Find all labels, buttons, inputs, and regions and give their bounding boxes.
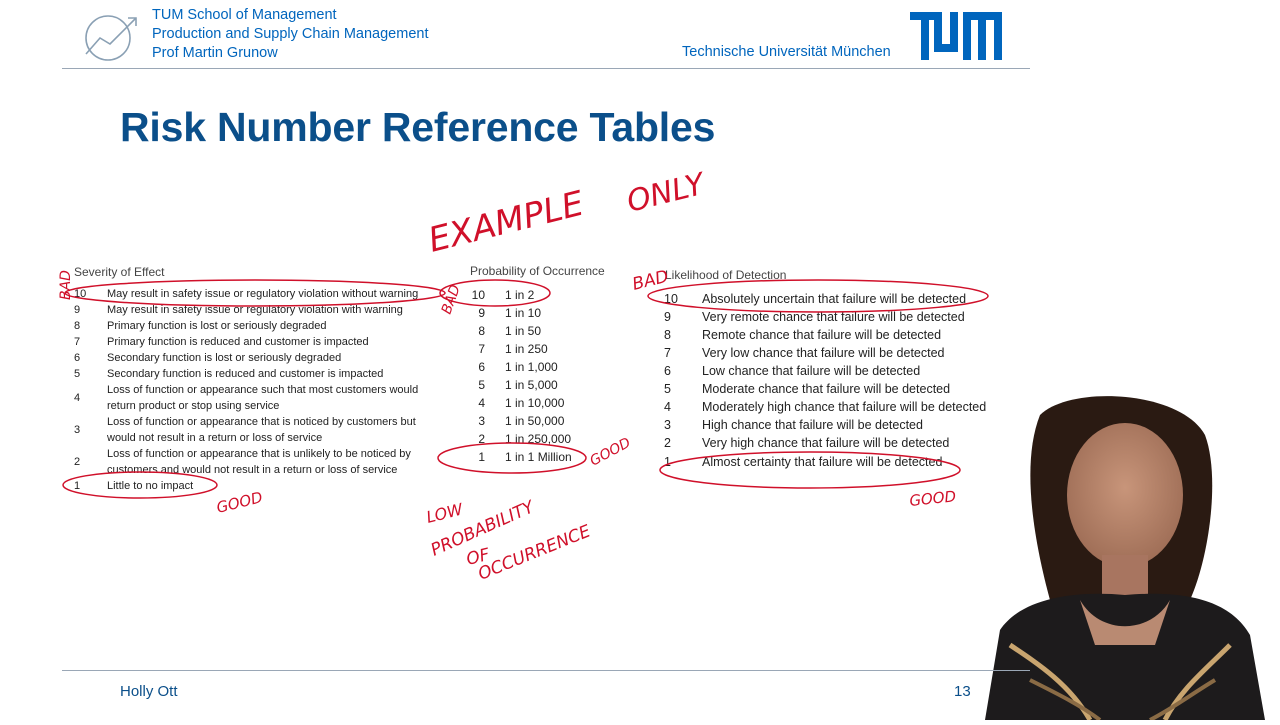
probability-rank: 7 xyxy=(478,342,485,356)
detection-desc: Absolutely uncertain that failure will b… xyxy=(702,292,967,306)
probability-rank: 10 xyxy=(471,288,485,302)
severity-rank: 1 xyxy=(74,480,81,492)
detection-desc: Almost certainty that failure will be de… xyxy=(702,455,943,469)
severity-rank: 6 xyxy=(74,352,81,364)
table-row: 3 Loss of function or appearance that is … xyxy=(74,414,444,446)
severity-rank: 9 xyxy=(74,304,81,316)
header-professor: Prof Martin Grunow xyxy=(152,45,278,61)
probability-value: 1 in 250,000 xyxy=(505,432,572,446)
detection-rank: 3 xyxy=(664,418,671,432)
detection-rank: 4 xyxy=(664,400,671,414)
detection-desc: Very low chance that failure will be det… xyxy=(702,346,945,360)
probability-value: 1 in 50,000 xyxy=(505,414,565,428)
detection-desc: Low chance that failure will be detected xyxy=(702,364,921,378)
probability-value: 1 in 1 Million xyxy=(505,450,572,464)
severity-rank: 10 xyxy=(74,288,87,300)
severity-desc: Secondary function is reduced and custom… xyxy=(107,368,384,380)
header-school: TUM School of Management xyxy=(152,7,337,23)
annotation-example: EXAMPLE xyxy=(425,184,589,261)
probability-value: 1 in 250 xyxy=(505,342,548,356)
probability-rank: 1 xyxy=(478,450,485,464)
probability-value: 1 in 50 xyxy=(505,324,542,338)
table-row: 4 Loss of function or appearance such tha… xyxy=(74,382,444,414)
tum-logo-icon xyxy=(910,12,1002,65)
severity-rank: 4 xyxy=(74,392,81,404)
probability-value: 1 in 2 xyxy=(505,288,535,302)
probability-rank: 8 xyxy=(478,324,485,338)
detection-desc: Very high chance that failure will be de… xyxy=(702,436,950,450)
annotation-bad-severity: BAD xyxy=(58,270,74,300)
severity-rank: 5 xyxy=(74,368,81,380)
severity-desc: Secondary function is lost or seriously … xyxy=(107,352,342,364)
annotation-good-probability: GOOD xyxy=(587,435,633,470)
slide-title: Risk Number Reference Tables xyxy=(120,104,716,150)
probability-rank: 3 xyxy=(478,414,485,428)
header-divider xyxy=(62,68,1030,69)
annotation-low: LOW xyxy=(424,499,465,527)
detection-rank: 7 xyxy=(664,346,671,360)
detection-rank: 6 xyxy=(664,364,671,378)
annotation-only: ONLY xyxy=(623,166,710,220)
detection-rank: 9 xyxy=(664,310,671,324)
severity-rank: 7 xyxy=(74,336,81,348)
detection-desc: Very remote chance that failure will be … xyxy=(702,310,965,324)
footer-divider xyxy=(62,670,1030,671)
severity-heading: Severity of Effect xyxy=(74,265,165,279)
annotation-of: OF xyxy=(464,545,492,570)
probability-value: 1 in 10,000 xyxy=(505,396,565,410)
annotation-good-detection: GOOD xyxy=(909,487,957,510)
probability-value: 1 in 5,000 xyxy=(505,378,558,392)
annotation-bad-probability: BAD xyxy=(439,283,464,317)
page-number: 13 xyxy=(954,683,971,700)
severity-rank: 3 xyxy=(74,424,81,436)
probability-value: 1 in 10 xyxy=(505,306,542,320)
presenter-video xyxy=(980,395,1270,725)
severity-desc: Primary function is reduced and customer… xyxy=(107,336,369,348)
annotation-good-severity: GOOD xyxy=(215,488,265,517)
severity-desc: Loss of function or appearance that is u… xyxy=(107,448,411,476)
probability-rank: 4 xyxy=(478,396,485,410)
severity-rank: 2 xyxy=(74,456,81,468)
detection-rank: 1 xyxy=(664,455,671,469)
probability-value: 1 in 1,000 xyxy=(505,360,558,374)
severity-desc: Little to no impact xyxy=(107,480,194,492)
probability-heading: Probability of Occurrence xyxy=(470,264,605,278)
detection-rank: 5 xyxy=(664,382,671,396)
severity-desc: Loss of function or appearance such that… xyxy=(107,384,419,412)
severity-rank: 8 xyxy=(74,320,81,332)
probability-rank: 9 xyxy=(478,306,485,320)
probability-rank: 2 xyxy=(478,432,485,446)
annotation-probability: PROBABILITY xyxy=(428,497,539,561)
detection-rank: 2 xyxy=(664,436,671,450)
header-chair: Production and Supply Chain Management xyxy=(152,26,429,42)
detection-desc: Moderately high chance that failure will… xyxy=(702,400,987,414)
footer-presenter: Holly Ott xyxy=(120,683,178,700)
severity-desc: Loss of function or appearance that is n… xyxy=(107,416,416,444)
severity-desc: May result in safety issue or regulatory… xyxy=(107,288,419,300)
probability-rank: 5 xyxy=(478,378,485,392)
detection-rank: 8 xyxy=(664,328,671,342)
probability-rank: 6 xyxy=(478,360,485,374)
university-name: Technische Universität München xyxy=(682,44,891,60)
detection-desc: Moderate chance that failure will be det… xyxy=(702,382,951,396)
severity-desc: Primary function is lost or seriously de… xyxy=(107,320,327,332)
detection-desc: High chance that failure will be detecte… xyxy=(702,418,923,432)
detection-heading: Likelihood of Detection xyxy=(665,268,787,282)
table-row: 2 Loss of function or appearance that is … xyxy=(74,446,444,478)
detection-desc: Remote chance that failure will be detec… xyxy=(702,328,942,342)
school-logo-icon xyxy=(82,8,142,69)
annotation-occurrence: OCCURRENCE xyxy=(475,521,593,584)
severity-desc: May result in safety issue or regulatory… xyxy=(107,304,403,316)
detection-rank: 10 xyxy=(664,292,678,306)
